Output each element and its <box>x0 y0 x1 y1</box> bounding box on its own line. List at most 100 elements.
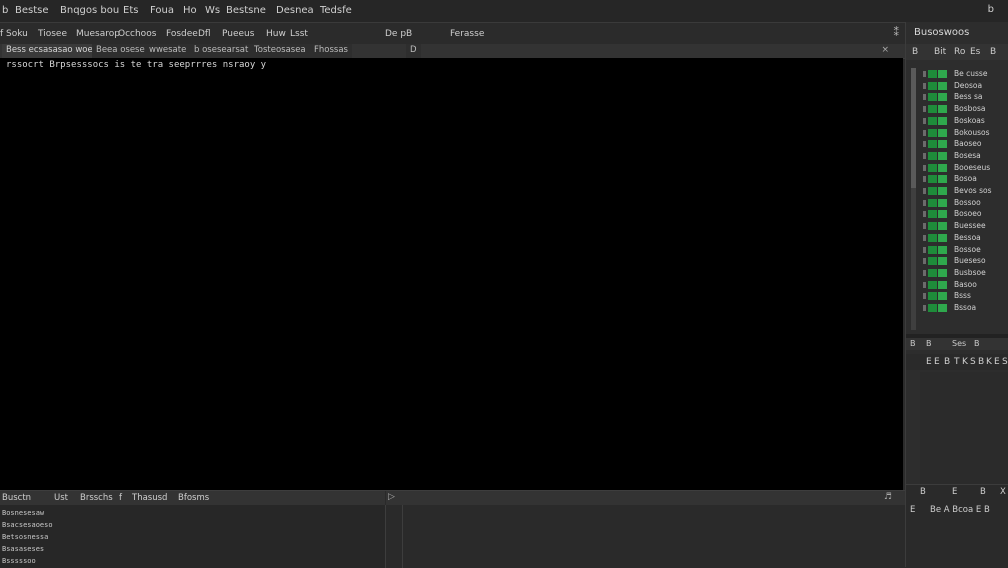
rp-header-1[interactable]: Bit <box>934 47 946 57</box>
menu-item-9[interactable]: Tedsfe <box>320 5 352 16</box>
rp-foot-2[interactable]: B <box>980 487 986 497</box>
rp-foot-4[interactable]: E <box>910 505 915 515</box>
tab-6[interactable]: D <box>406 44 421 58</box>
asset-row[interactable]: Bosesa <box>906 150 1008 162</box>
type-icon <box>938 222 947 231</box>
toolbar-item-0[interactable]: f Soku <box>0 29 28 39</box>
tab-5[interactable]: Fhossas <box>310 44 352 58</box>
play-icon[interactable]: ▷ <box>388 492 395 502</box>
asset-row[interactable]: Bssoa <box>906 302 1008 314</box>
properties-body[interactable] <box>920 372 1008 484</box>
rp-foot-1[interactable]: E <box>952 487 957 497</box>
toolbar-item-7[interactable]: Huw <box>266 29 286 39</box>
tab-3[interactable]: b osesearsat <box>190 44 253 58</box>
toolbar-item-2[interactable]: Muesarop <box>76 29 120 39</box>
asset-row-label: Bssoa <box>954 303 977 312</box>
status-icon <box>928 163 937 172</box>
log-pane[interactable]: Bosnesesaw Bsacsesaoeso Betsosnessa Bsas… <box>0 505 386 568</box>
rp-header-2[interactable]: Ro <box>954 47 965 57</box>
right-panel-title: Busoswoos <box>914 27 970 38</box>
type-icon <box>938 81 947 90</box>
rp-header-4[interactable]: B <box>990 47 996 57</box>
toolbar-item-8[interactable]: Lsst <box>290 29 308 39</box>
asset-row[interactable]: Bosbosa <box>906 103 1008 115</box>
menu-item-1[interactable]: Bestse <box>15 5 49 16</box>
tab-2[interactable]: wwesate <box>145 44 191 58</box>
asset-row[interactable]: Bessoa <box>906 232 1008 244</box>
toolbar-item-5[interactable]: Dfl <box>198 29 211 39</box>
bottom-tab-2[interactable]: Brsschs <box>80 493 113 503</box>
rp-h2-3[interactable]: B <box>974 339 980 348</box>
asset-row[interactable]: Bossoo <box>906 197 1008 209</box>
asset-row[interactable]: Bsss <box>906 290 1008 302</box>
rp-tool-9[interactable]: S <box>1002 357 1008 367</box>
music-icon[interactable]: ♬ <box>884 492 892 502</box>
toolbar-item-6[interactable]: Pueeus <box>222 29 254 39</box>
row-marker <box>923 71 926 77</box>
menu-right-label[interactable]: b <box>988 4 994 15</box>
asset-row[interactable]: Bosoa <box>906 173 1008 185</box>
asset-row[interactable]: Be cusse <box>906 68 1008 80</box>
toolbar-item-10[interactable]: Ferasse <box>450 29 484 39</box>
close-icon[interactable]: × <box>881 45 889 55</box>
rp-tool-1[interactable]: E <box>934 357 940 367</box>
rp-header-3[interactable]: Es <box>970 47 980 57</box>
asset-row[interactable]: Busbsoe <box>906 267 1008 279</box>
menu-item-6[interactable]: Ws <box>205 5 220 16</box>
rp-foot-line2[interactable]: Be A Bcoa E B <box>930 505 990 515</box>
asset-row[interactable]: Bossoe <box>906 244 1008 256</box>
asset-row[interactable]: Basoo <box>906 279 1008 291</box>
tab-4[interactable]: Tosteosasea <box>250 44 310 58</box>
toolbar-item-3[interactable]: Occhoos <box>118 29 156 39</box>
asset-row[interactable]: Bokousos <box>906 127 1008 139</box>
rp-tool-2[interactable]: B <box>944 357 950 367</box>
tab-0[interactable]: Bess ecsasasao woe e <box>2 44 105 58</box>
code-editor[interactable]: rssocrt Brpsesssocs is te tra seeprrres … <box>0 58 903 490</box>
row-marker <box>923 164 926 171</box>
output-pane[interactable] <box>402 505 906 568</box>
rp-tool-3[interactable]: T <box>954 357 960 367</box>
menu-item-7[interactable]: Bestsne <box>226 5 266 16</box>
toolbar-item-9[interactable]: De pB <box>385 29 412 39</box>
menu-item-4[interactable]: Foua <box>150 5 174 16</box>
asset-row[interactable]: Booeseus <box>906 162 1008 174</box>
rp-tool-8[interactable]: E <box>994 357 1000 367</box>
toolbar-item-1[interactable]: Tiosee <box>38 29 67 39</box>
rp-h2-2[interactable]: Ses <box>952 339 966 348</box>
menu-item-8[interactable]: Desnea <box>276 5 314 16</box>
asset-row-label: Deosoa <box>954 80 983 90</box>
menu-item-2[interactable]: Bnqgos bou <box>60 5 119 16</box>
asset-row[interactable]: Deosoa <box>906 80 1008 92</box>
rp-h2-1[interactable]: B <box>926 339 932 348</box>
row-marker <box>923 258 926 265</box>
right-panel: Busoswoos B Bit Ro Es B Be cusse Deosoa Be… <box>905 22 1008 568</box>
asset-row[interactable]: Bess sa <box>906 91 1008 103</box>
toolbar-item-4[interactable]: Fosdee <box>166 29 198 39</box>
asset-row[interactable]: Baoseo <box>906 138 1008 150</box>
bottom-tab-5[interactable]: Bfosms <box>178 493 209 503</box>
asset-row[interactable]: Bevos sos <box>906 185 1008 197</box>
menu-item-5[interactable]: Ho <box>183 5 197 16</box>
tab-1[interactable]: Beea osese <box>92 44 149 58</box>
rp-header-0[interactable]: B <box>912 47 918 57</box>
bottom-tab-3[interactable]: f <box>119 493 122 503</box>
rp-tool-0[interactable]: E <box>926 357 932 367</box>
type-icon <box>938 140 947 149</box>
asset-row[interactable]: Bosoeo <box>906 208 1008 220</box>
bottom-tab-0[interactable]: Busctn <box>2 493 31 503</box>
rp-tool-4[interactable]: K <box>962 357 968 367</box>
asset-row[interactable]: Bueseso <box>906 255 1008 267</box>
rp-foot-3[interactable]: X <box>1000 487 1006 497</box>
rp-tool-6[interactable]: B <box>978 357 984 367</box>
bottom-tab-1[interactable]: Ust <box>54 493 68 503</box>
rp-h2-0[interactable]: B <box>910 339 916 348</box>
menu-item-0[interactable]: b <box>2 5 8 16</box>
asset-row[interactable]: Buessee <box>906 220 1008 232</box>
rp-tool-7[interactable]: K <box>986 357 992 367</box>
rp-tool-5[interactable]: S <box>970 357 976 367</box>
toolbar-overflow-icon[interactable]: ⁑ <box>894 26 900 39</box>
asset-row[interactable]: Boskoas <box>906 115 1008 127</box>
rp-foot-0[interactable]: B <box>920 487 926 497</box>
menu-item-3[interactable]: Ets <box>123 5 138 16</box>
bottom-tab-4[interactable]: Thasusd <box>132 493 167 503</box>
